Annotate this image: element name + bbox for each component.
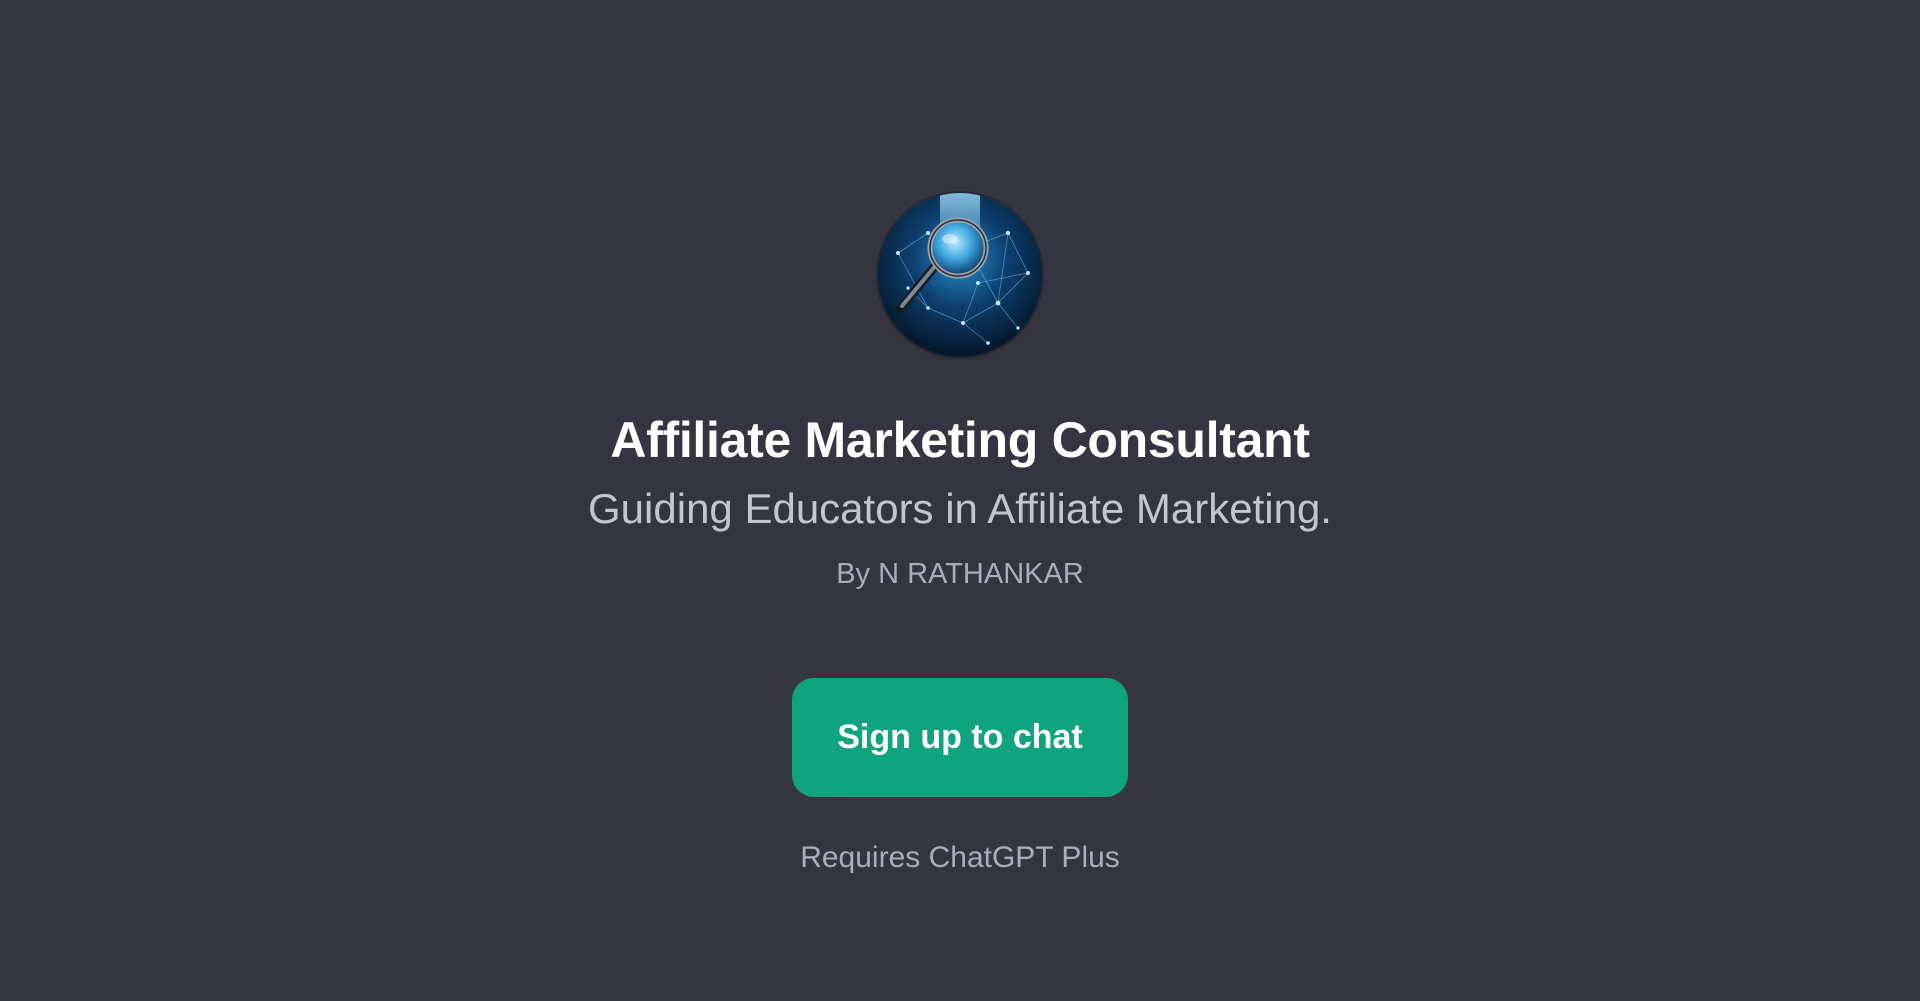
gpt-description: Guiding Educators in Affiliate Marketing…	[588, 485, 1332, 532]
gpt-avatar	[878, 193, 1042, 357]
plan-requirement-note: Requires ChatGPT Plus	[800, 841, 1120, 874]
gpt-title: Affiliate Marketing Consultant	[610, 412, 1310, 468]
magnifying-glass-network-icon	[878, 193, 1042, 357]
signup-button[interactable]: Sign up to chat	[792, 678, 1128, 797]
gpt-card: Affiliate Marketing Consultant Guiding E…	[0, 0, 1920, 1001]
gpt-author: By N RATHANKAR	[836, 558, 1084, 590]
page: Affiliate Marketing Consultant Guiding E…	[0, 0, 1920, 1001]
